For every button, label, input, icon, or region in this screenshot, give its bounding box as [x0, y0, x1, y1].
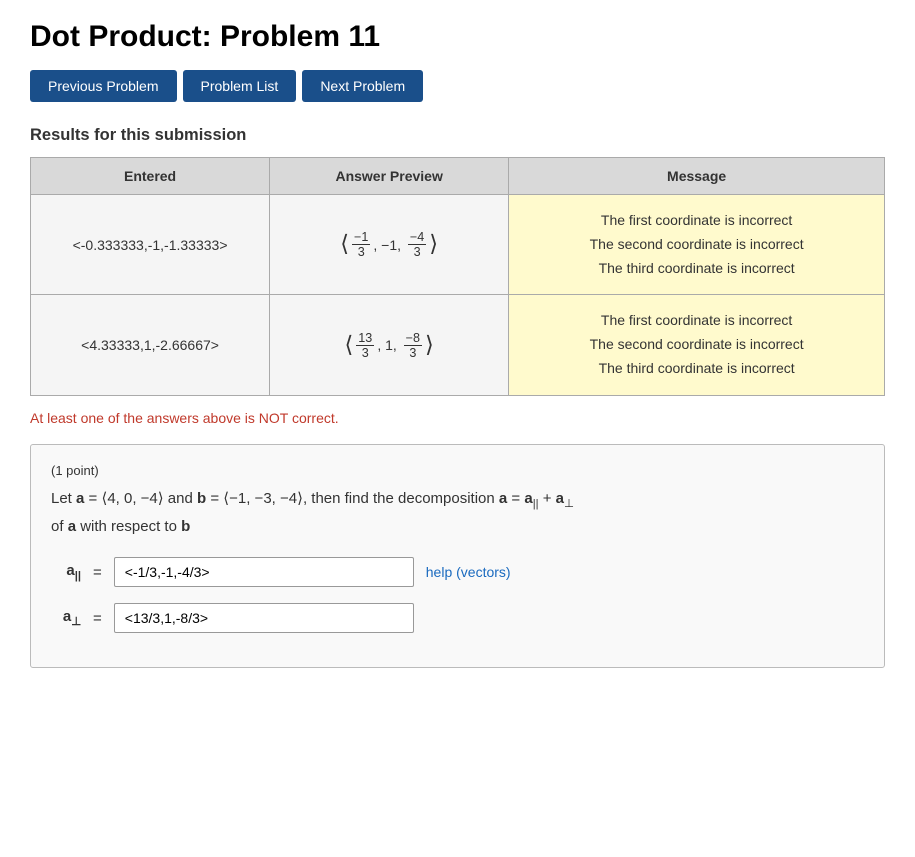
msg-1-line1: The first coordinate is incorrect	[525, 209, 868, 233]
message-2: The first coordinate is incorrect The se…	[509, 295, 885, 395]
left-bracket-2: ⟨	[345, 334, 354, 356]
preview-value-1: ⟨ −1 3 , −1, −4 3 ⟩	[270, 195, 509, 295]
right-bracket-2: ⟩	[425, 334, 434, 356]
right-bracket: ⟩	[429, 233, 438, 255]
page-title: Dot Product: Problem 11	[30, 20, 885, 54]
frac-neg1-3: −1 3	[352, 230, 370, 259]
col-header-preview: Answer Preview	[270, 158, 509, 195]
comma2: , 1,	[377, 337, 400, 353]
frac-neg8-3: −8 3	[404, 331, 422, 360]
col-header-entered: Entered	[31, 158, 270, 195]
table-row: <4.33333,1,-2.66667> ⟨ 13 3 , 1, −8 3 ⟩	[31, 295, 885, 395]
help-vectors-link[interactable]: help (vectors)	[426, 564, 511, 580]
frac-13-3: 13 3	[356, 331, 374, 360]
entered-value-2: <4.33333,1,-2.66667>	[31, 295, 270, 395]
problem-list-button[interactable]: Problem List	[183, 70, 297, 102]
prev-problem-button[interactable]: Previous Problem	[30, 70, 177, 102]
answer-row-parallel: a|| = help (vectors)	[51, 557, 864, 587]
next-problem-button[interactable]: Next Problem	[302, 70, 423, 102]
parallel-label: a||	[51, 562, 81, 582]
problem-statement: Let a = ⟨4, 0, −4⟩ and b = ⟨−1, −3, −4⟩,…	[51, 486, 864, 540]
eq-sign-2: =	[93, 610, 102, 627]
problem-points: (1 point)	[51, 463, 864, 478]
problem-box: (1 point) Let a = ⟨4, 0, −4⟩ and b = ⟨−1…	[30, 444, 885, 669]
perp-input[interactable]	[114, 603, 414, 633]
msg-2-line3: The third coordinate is incorrect	[525, 357, 868, 381]
results-table: Entered Answer Preview Message <-0.33333…	[30, 157, 885, 396]
answer-row-perp: a⊥ =	[51, 603, 864, 633]
msg-1-line2: The second coordinate is incorrect	[525, 233, 868, 257]
perp-label: a⊥	[51, 608, 81, 628]
nav-buttons: Previous Problem Problem List Next Probl…	[30, 70, 885, 102]
parallel-input[interactable]	[114, 557, 414, 587]
not-correct-message: At least one of the answers above is NOT…	[30, 410, 885, 426]
msg-2-line2: The second coordinate is incorrect	[525, 333, 868, 357]
table-row: <-0.333333,-1,-1.33333> ⟨ −1 3 , −1, −4 …	[31, 195, 885, 295]
message-1: The first coordinate is incorrect The se…	[509, 195, 885, 295]
comma1: , −1,	[373, 237, 405, 253]
frac-neg4-3: −4 3	[408, 230, 426, 259]
msg-1-line3: The third coordinate is incorrect	[525, 257, 868, 281]
eq-sign-1: =	[93, 564, 102, 581]
msg-2-line1: The first coordinate is incorrect	[525, 309, 868, 333]
preview-value-2: ⟨ 13 3 , 1, −8 3 ⟩	[270, 295, 509, 395]
col-header-message: Message	[509, 158, 885, 195]
left-bracket: ⟨	[340, 233, 349, 255]
entered-value-1: <-0.333333,-1,-1.33333>	[31, 195, 270, 295]
results-heading: Results for this submission	[30, 126, 885, 145]
